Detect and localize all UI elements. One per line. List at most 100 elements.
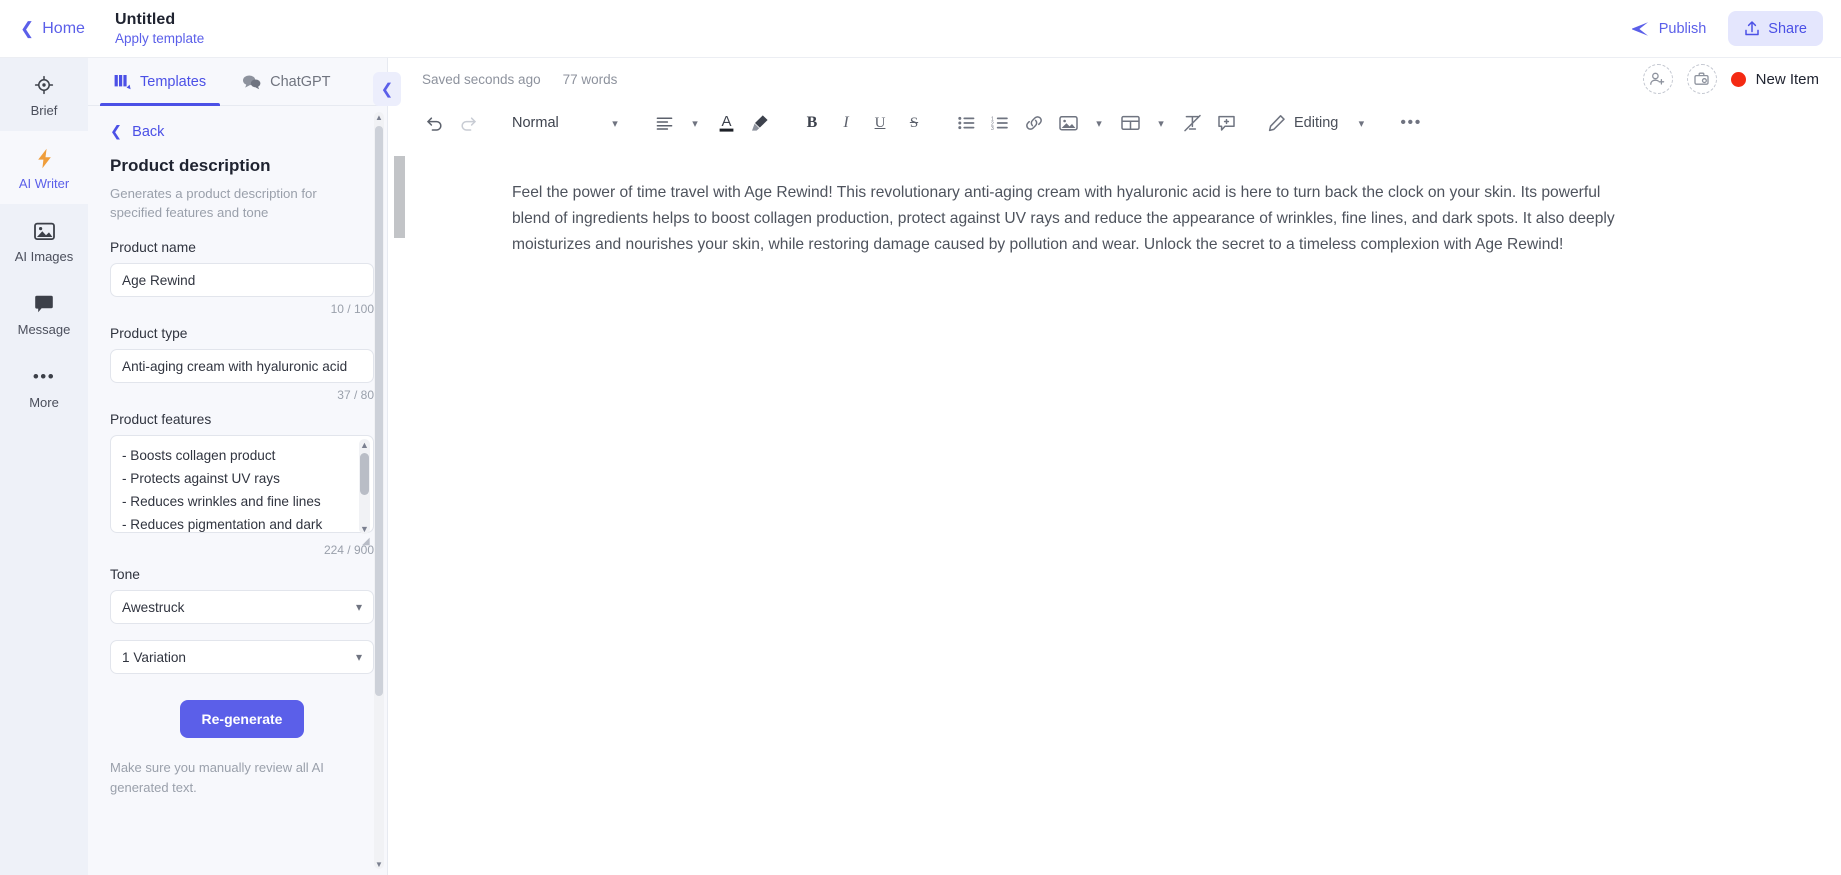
scroll-down-icon[interactable]: ▼ <box>374 859 384 869</box>
scrollbar-thumb[interactable] <box>375 126 383 696</box>
chevron-down-icon[interactable]: ▾ <box>1348 107 1374 139</box>
status-label: New Item <box>1755 70 1819 88</box>
top-header-actions: Publish Share <box>1619 11 1841 46</box>
underline-icon[interactable]: U <box>864 107 896 139</box>
scroll-up-icon[interactable]: ▲ <box>374 112 384 122</box>
tab-chatgpt[interactable]: ChatGPT <box>228 58 344 105</box>
comment-icon[interactable] <box>1210 107 1242 139</box>
page-title: Untitled <box>114 11 176 28</box>
scroll-up-icon[interactable]: ▲ <box>359 439 370 450</box>
app-root: ❮ Home Untitled Apply template Publish S… <box>0 0 1841 875</box>
lightning-icon <box>36 147 53 169</box>
more-icon[interactable]: ••• <box>1394 107 1428 139</box>
product-type-input[interactable] <box>110 349 374 384</box>
sidebar-item-ai-writer[interactable]: AI Writer <box>0 131 88 204</box>
top-header: ❮ Home Untitled Apply template Publish S… <box>0 0 1841 58</box>
italic-icon[interactable]: I <box>830 107 862 139</box>
saved-status: Saved seconds ago <box>422 71 541 87</box>
product-features-wrapper: - Boosts collagen product - Protects aga… <box>110 435 374 547</box>
document-canvas[interactable]: Feel the power of time travel with Age R… <box>388 146 1841 875</box>
strikethrough-icon[interactable]: S <box>898 107 930 139</box>
product-features-label: Product features <box>110 412 212 428</box>
sidebar-item-message[interactable]: Message <box>0 277 88 350</box>
chevron-down-icon[interactable]: ▾ <box>1086 107 1112 139</box>
upload-icon <box>1744 20 1760 37</box>
undo-icon[interactable] <box>418 107 450 139</box>
back-button[interactable]: ❮ Back <box>110 124 365 140</box>
text-color-icon[interactable]: A <box>710 107 742 139</box>
document-scrollbar-thumb[interactable] <box>394 156 405 238</box>
share-label: Share <box>1768 20 1807 37</box>
numbered-list-icon[interactable]: 1 2 3 <box>984 107 1016 139</box>
sidebar-item-brief[interactable]: Brief <box>0 58 88 131</box>
template-title: Product description <box>110 156 271 175</box>
add-asset-button[interactable] <box>1686 64 1717 94</box>
product-type-label: Product type <box>110 326 188 342</box>
publish-label: Publish <box>1658 20 1707 37</box>
variations-select[interactable]: 1 Variation ▾ <box>110 640 374 675</box>
share-button[interactable]: Share <box>1728 11 1823 46</box>
resize-grip-icon[interactable]: ◢ <box>362 537 372 547</box>
link-icon[interactable] <box>1018 107 1050 139</box>
bullet-list-icon[interactable] <box>950 107 982 139</box>
templates-icon <box>114 74 131 90</box>
product-features-textarea[interactable]: - Boosts collagen product - Protects aga… <box>110 435 374 534</box>
chevron-down-icon: ▾ <box>355 650 362 665</box>
chevron-down-icon[interactable]: ▾ <box>1148 107 1174 139</box>
document-editor: Saved seconds ago 77 words New Item Norm… <box>388 58 1841 875</box>
editor-status-bar: Saved seconds ago 77 words New Item <box>388 58 1841 100</box>
svg-text:A: A <box>721 113 731 130</box>
editor-toolbar: Normal ▾ ▾ A B I U S 1 2 3 ▾ ▾ Editing ▾… <box>388 100 1841 146</box>
textarea-scrollbar[interactable]: ▲ ▼ <box>359 439 370 535</box>
apply-template-link[interactable]: Apply template <box>115 31 204 46</box>
sidebar-item-label: Message <box>17 322 71 337</box>
template-panel: Templates ChatGPT ❮ ❮ Back Product descr… <box>88 58 401 875</box>
home-back-link[interactable]: ❮ Home <box>0 20 103 38</box>
left-nav-rail: Brief AI Writer AI Images Message ••• Mo… <box>0 58 88 875</box>
message-icon <box>34 293 54 315</box>
chevron-left-icon: ❮ <box>380 81 394 98</box>
scroll-down-icon[interactable]: ▼ <box>359 523 370 534</box>
send-icon <box>1631 21 1650 37</box>
editing-mode-button[interactable]: Editing <box>1262 107 1346 139</box>
regenerate-button[interactable]: Re-generate <box>179 700 305 739</box>
add-person-icon <box>1649 71 1666 87</box>
svg-text:3: 3 <box>991 126 994 130</box>
panel-scroll-area: ❮ Back Product description Generates a p… <box>88 106 387 875</box>
briefcase-add-icon <box>1693 71 1710 87</box>
product-name-label: Product name <box>110 240 196 256</box>
editor-status-actions: New Item <box>1642 64 1819 94</box>
variations-value: 1 Variation <box>122 649 186 665</box>
highlight-icon[interactable] <box>744 107 776 139</box>
sidebar-item-more[interactable]: ••• More <box>0 350 88 423</box>
table-icon[interactable] <box>1114 107 1146 139</box>
add-collaborator-button[interactable] <box>1642 64 1673 94</box>
product-name-input[interactable] <box>110 263 374 298</box>
sidebar-item-label: Brief <box>30 103 58 118</box>
product-features-counter: 224 / 900 <box>323 543 374 558</box>
redo-icon[interactable] <box>452 107 484 139</box>
image-icon <box>33 220 55 242</box>
tone-select[interactable]: Awestruck ▾ <box>110 590 374 625</box>
target-icon <box>34 74 54 96</box>
sidebar-item-label: AI Writer <box>18 176 70 191</box>
tab-templates[interactable]: Templates <box>100 58 221 106</box>
document-body-text[interactable]: Feel the power of time travel with Age R… <box>512 180 1620 258</box>
scrollbar-thumb[interactable] <box>360 453 369 496</box>
sidebar-item-label: AI Images <box>14 249 74 264</box>
bold-icon[interactable]: B <box>796 107 828 139</box>
align-icon[interactable] <box>648 107 680 139</box>
chevron-left-icon: ❮ <box>110 124 123 140</box>
sidebar-item-ai-images[interactable]: AI Images <box>0 204 88 277</box>
tab-label: Templates <box>140 73 207 90</box>
panel-scrollbar[interactable]: ▲ ▼ <box>374 112 384 869</box>
chevron-down-icon: ▾ <box>355 600 362 615</box>
chevron-down-icon[interactable]: ▾ <box>602 107 628 139</box>
collapse-panel-button[interactable]: ❮ <box>373 72 401 106</box>
chevron-down-icon[interactable]: ▾ <box>682 107 708 139</box>
publish-button[interactable]: Publish <box>1619 13 1719 45</box>
image-icon[interactable] <box>1052 107 1084 139</box>
paragraph-style-select[interactable]: Normal <box>504 107 600 139</box>
clear-format-icon[interactable] <box>1176 107 1208 139</box>
status-badge[interactable]: New Item <box>1730 70 1819 88</box>
